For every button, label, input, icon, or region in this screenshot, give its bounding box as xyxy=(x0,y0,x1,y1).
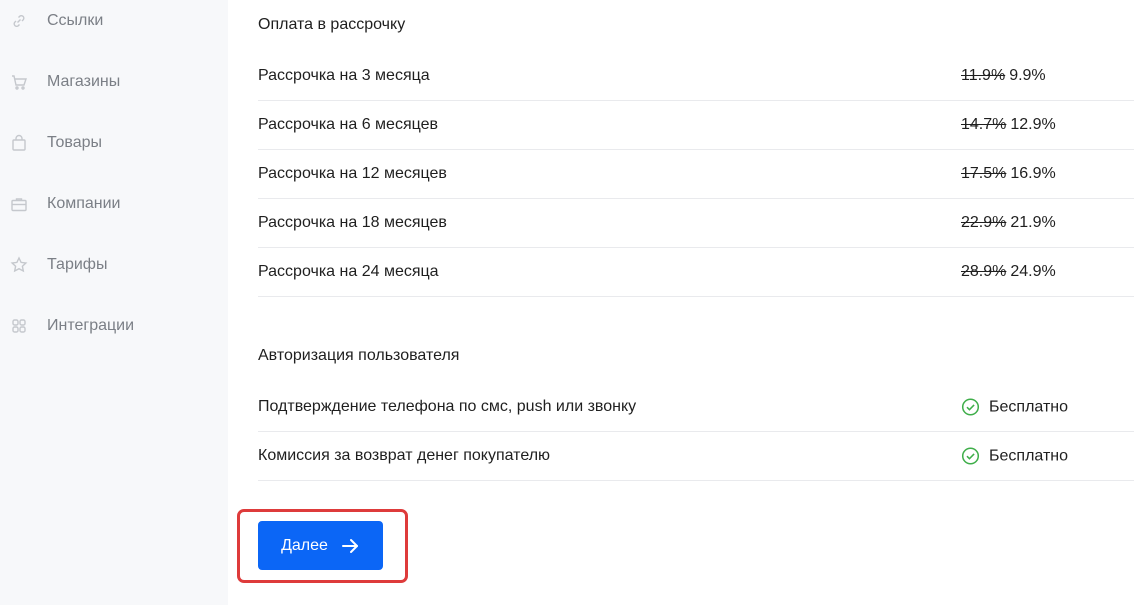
row-name: Рассрочка на 12 месяцев xyxy=(258,165,447,182)
row-name: Комиссия за возврат денег покупателю xyxy=(258,447,551,464)
bag-icon xyxy=(10,134,28,152)
sidebar-item-companies[interactable]: Компании xyxy=(0,184,228,224)
table-row: Рассрочка на 18 месяцев 22.9% 21.9% xyxy=(258,199,1134,248)
free-label: Бесплатно xyxy=(989,398,1069,415)
row-name: Рассрочка на 3 месяца xyxy=(258,67,430,84)
table-row: Подтверждение телефона по смс, push или … xyxy=(258,383,1134,432)
rate: 22.9% 21.9% xyxy=(961,214,1056,232)
new-rate: 16.9% xyxy=(1010,165,1056,182)
table-row: Рассрочка на 3 месяца 11.9% 9.9% xyxy=(258,52,1134,101)
sidebar-item-label: Товары xyxy=(47,134,103,151)
free-value: Бесплатно xyxy=(961,447,1068,466)
grid-icon xyxy=(10,317,28,335)
cart-icon xyxy=(10,73,28,91)
old-rate: 14.7% xyxy=(961,116,1007,133)
arrow-right-icon xyxy=(340,536,360,556)
new-rate: 9.9% xyxy=(1009,67,1046,84)
old-rate: 11.9% xyxy=(961,67,1006,84)
next-button-label: Далее xyxy=(281,536,328,554)
sidebar-item-integrations[interactable]: Интеграции xyxy=(0,306,228,346)
new-rate: 24.9% xyxy=(1010,263,1056,280)
row-name: Рассрочка на 24 месяца xyxy=(258,263,439,280)
sidebar-item-label: Компании xyxy=(47,195,121,212)
briefcase-icon xyxy=(10,195,28,213)
table-row: Комиссия за возврат денег покупателю Бес… xyxy=(258,432,1134,481)
star-icon xyxy=(10,256,28,274)
rate: 11.9% 9.9% xyxy=(961,67,1046,85)
check-circle-icon xyxy=(961,398,980,417)
check-circle-icon xyxy=(961,447,980,466)
sidebar-item-products[interactable]: Товары xyxy=(0,123,228,163)
auth-title: Авторизация пользователя xyxy=(258,347,460,364)
new-rate: 21.9% xyxy=(1010,214,1056,231)
sidebar-item-shops[interactable]: Магазины xyxy=(0,62,228,102)
sidebar-item-label: Тарифы xyxy=(47,256,108,273)
new-rate: 12.9% xyxy=(1010,116,1056,133)
installments-title: Оплата в рассрочку xyxy=(258,16,406,33)
link-icon xyxy=(10,12,28,30)
row-name: Подтверждение телефона по смс, push или … xyxy=(258,398,637,415)
sidebar: Ссылки Магазины Товары Компании Тарифы И… xyxy=(0,0,228,605)
table-row: Рассрочка на 12 месяцев 17.5% 16.9% xyxy=(258,150,1134,199)
rate: 17.5% 16.9% xyxy=(961,165,1056,183)
row-name: Рассрочка на 18 месяцев xyxy=(258,214,447,231)
free-value: Бесплатно xyxy=(961,398,1068,417)
sidebar-item-tariffs[interactable]: Тарифы xyxy=(0,245,228,285)
sidebar-item-links[interactable]: Ссылки xyxy=(0,1,228,41)
rate: 28.9% 24.9% xyxy=(961,263,1056,281)
table-row: Рассрочка на 24 месяца 28.9% 24.9% xyxy=(258,248,1134,297)
free-label: Бесплатно xyxy=(989,447,1069,464)
sidebar-item-label: Интеграции xyxy=(47,317,135,334)
sidebar-item-label: Ссылки xyxy=(47,12,104,29)
old-rate: 28.9% xyxy=(961,263,1007,280)
old-rate: 22.9% xyxy=(961,214,1007,231)
old-rate: 17.5% xyxy=(961,165,1007,182)
row-name: Рассрочка на 6 месяцев xyxy=(258,116,438,133)
table-row: Рассрочка на 6 месяцев 14.7% 12.9% xyxy=(258,101,1134,150)
next-button[interactable]: Далее xyxy=(258,521,383,570)
sidebar-item-label: Магазины xyxy=(47,73,121,90)
rate: 14.7% 12.9% xyxy=(961,116,1056,134)
